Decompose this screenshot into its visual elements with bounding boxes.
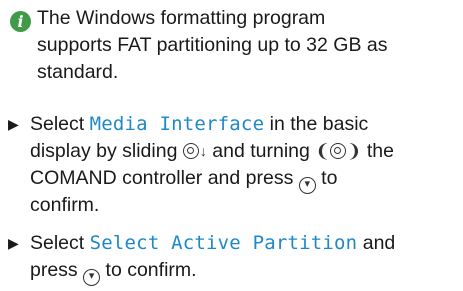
info-note: i The Windows formatting program supports… <box>10 5 450 86</box>
controller-press-icon: ▾ <box>298 177 316 194</box>
display-item-media-interface: Media Interface <box>89 113 265 135</box>
note-line-3: standard. <box>37 61 119 83</box>
bullet-arrow-icon: ▶ <box>8 116 19 132</box>
info-icon: i <box>10 11 31 32</box>
turn-right-icon: ❩ <box>346 141 362 161</box>
step-select-media-interface: ▶ Select Media Interface in the basic dis… <box>8 111 453 219</box>
step-1-confirm: confirm. <box>30 194 100 216</box>
controller-turn-icon <box>330 143 347 159</box>
note-line-2: supports FAT partitioning up to 32 GB as <box>37 34 388 56</box>
controller-press-icon: ▾ <box>83 269 101 286</box>
step-select-active-partition: ▶ Select Select Active Partition and pres… <box>8 230 453 286</box>
display-item-select-active-partition: Select Active Partition <box>89 232 358 254</box>
note-line-1: The Windows formatting program <box>37 7 326 29</box>
turn-left-icon: ❨ <box>315 141 331 161</box>
controller-slide-icon <box>182 143 199 159</box>
bullet-arrow-icon: ▶ <box>8 235 19 251</box>
manual-page: i The Windows formatting program supports… <box>0 0 463 291</box>
arrow-down-icon: ↓ <box>199 143 207 159</box>
